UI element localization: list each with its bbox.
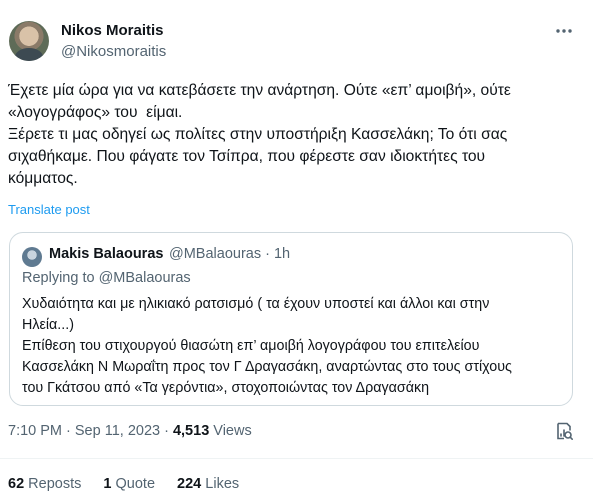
tweet-meta: 7:10 PM · Sep 11, 2023 · 4,513 Views (8, 423, 252, 439)
translate-post-link[interactable]: Translate post (8, 202, 90, 217)
reposts-stat[interactable]: 62 Reposts (8, 476, 81, 492)
replying-to: Replying to @MBalaouras (22, 270, 191, 286)
likes-stat[interactable]: 224 Likes (177, 476, 239, 492)
divider (0, 458, 593, 459)
timestamp[interactable]: 7:10 PM · Sep 11, 2023 · (8, 423, 173, 439)
quoted-author-avatar (22, 247, 42, 267)
tweet-text: Έχετε μία ώρα για να κατεβάσετε την ανάρ… (8, 82, 511, 187)
more-options-icon[interactable] (553, 20, 575, 42)
author-name[interactable]: Nikos Moraitis (61, 22, 164, 39)
quoted-author-name: Makis Balaouras (49, 246, 164, 262)
quoted-tweet-text: Χυδαιότητα και με ηλικιακό ρατσισμό ( τα… (22, 296, 512, 396)
analytics-icon[interactable] (554, 421, 574, 441)
views-label: Views (209, 423, 252, 439)
author-avatar[interactable] (9, 21, 49, 61)
author-handle[interactable]: @Nikosmoraitis (61, 43, 166, 60)
views-count: 4,513 (172, 423, 210, 439)
quotes-stat[interactable]: 1 Quote (103, 476, 155, 492)
quoted-tweet[interactable]: Makis Balaouras @MBalaouras · 1h Replyin… (9, 232, 573, 406)
quoted-author-handle: @MBalaouras · 1h (169, 246, 291, 262)
engagement-stats: 62 Reposts 1 Quote 224 Likes (8, 476, 257, 492)
